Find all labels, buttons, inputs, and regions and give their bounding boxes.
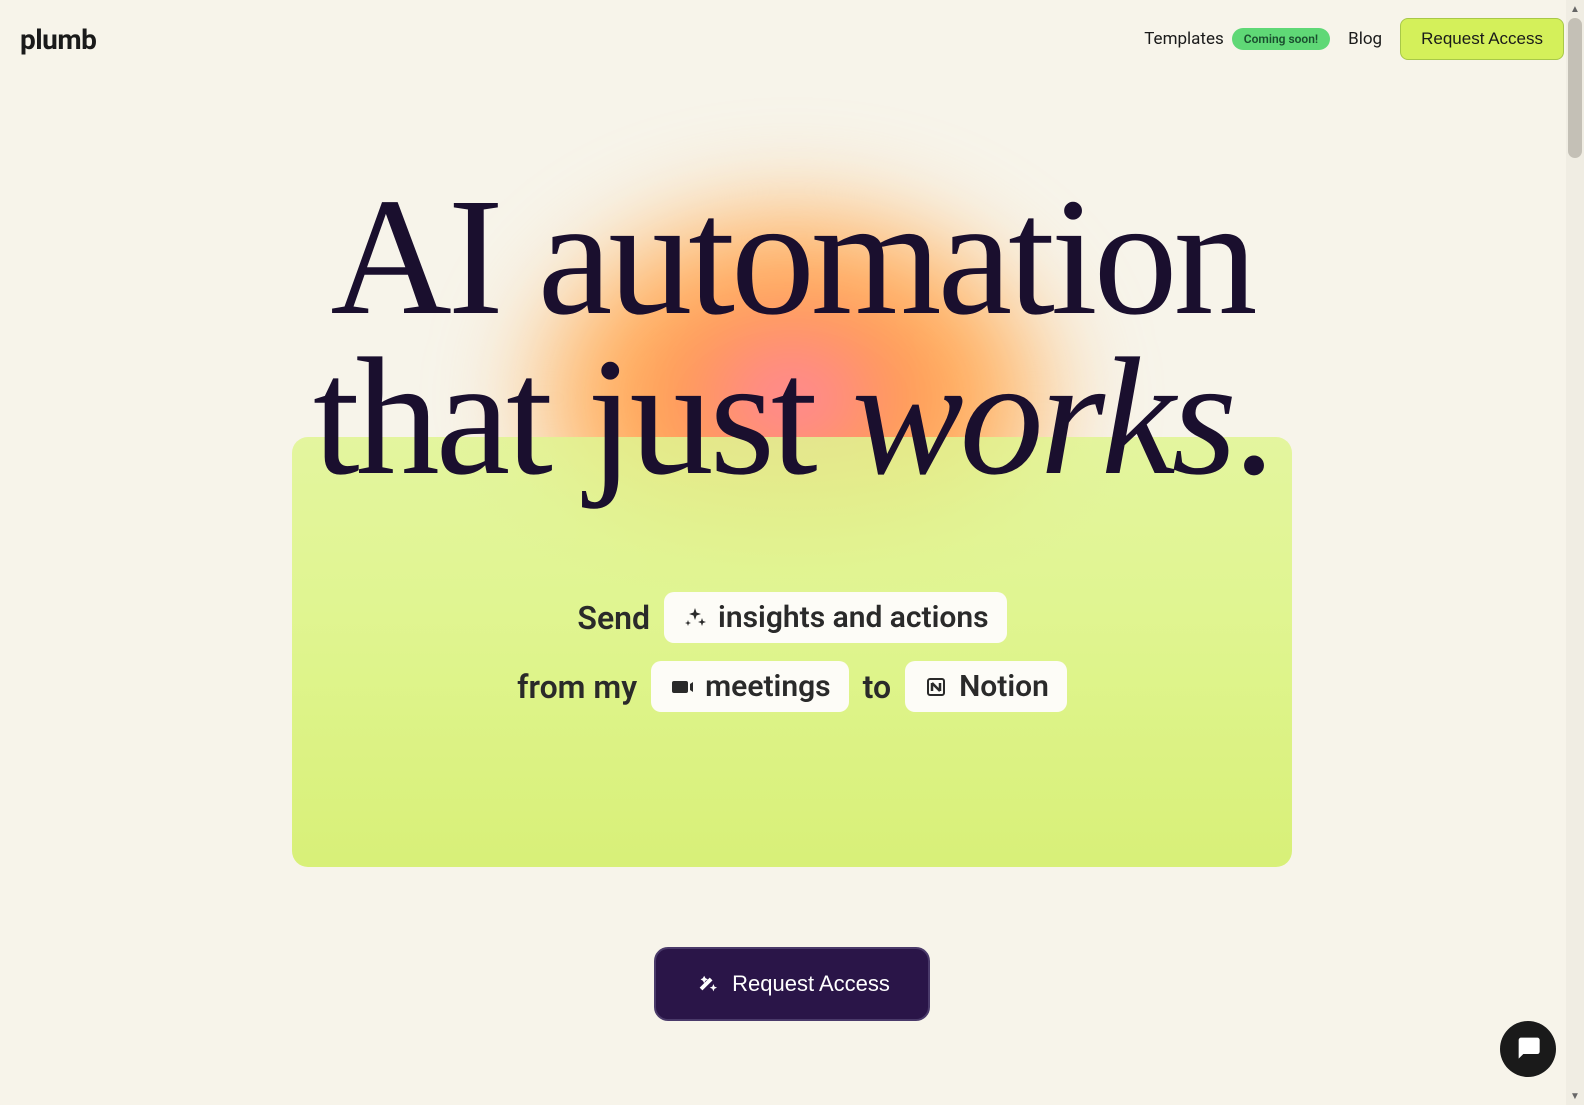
prompt-line-1: Send insights and actions (577, 592, 1006, 643)
header: plumb Templates Coming soon! Blog Reques… (0, 0, 1584, 78)
main-nav: Templates Coming soon! Blog Request Acce… (1144, 18, 1564, 60)
prompt-prefix-1: Send (577, 599, 650, 637)
chip-insights-label: insights and actions (718, 600, 989, 635)
headline-line1: AI automation (330, 164, 1253, 350)
logo[interactable]: plumb (20, 23, 96, 56)
chip-meetings-label: meetings (705, 669, 830, 704)
hero-section: AI automation that just works. Send insi… (0, 78, 1584, 1021)
cta-request-access-button[interactable]: Request Access (654, 947, 930, 1021)
chip-insights[interactable]: insights and actions (664, 592, 1007, 643)
nav-blog-label: Blog (1348, 29, 1382, 49)
nav-templates-label: Templates (1144, 29, 1224, 49)
nav-blog[interactable]: Blog (1348, 29, 1382, 49)
chip-notion-label: Notion (959, 669, 1049, 704)
logo-text: plumb (20, 23, 96, 56)
request-access-button[interactable]: Request Access (1400, 18, 1564, 60)
video-icon (669, 674, 695, 700)
scrollbar-arrow-down-icon[interactable]: ▼ (1566, 1087, 1584, 1105)
coming-soon-badge: Coming soon! (1232, 28, 1330, 50)
prompt-prefix-2: from my (517, 668, 637, 706)
sparkle-icon (682, 605, 708, 631)
notion-icon (923, 674, 949, 700)
hero-headline: AI automation that just works. (313, 178, 1271, 497)
cta-label: Request Access (732, 971, 890, 997)
prompt-mid: to (863, 668, 891, 706)
nav-templates[interactable]: Templates Coming soon! (1144, 28, 1330, 50)
chip-meetings[interactable]: meetings (651, 661, 848, 712)
headline-emphasis: works (852, 324, 1233, 510)
chip-notion[interactable]: Notion (905, 661, 1067, 712)
chat-widget-button[interactable] (1500, 1021, 1556, 1077)
prompt-line-2: from my meetings to Notion (517, 661, 1067, 712)
headline-line2-part1: that just (313, 324, 852, 510)
request-access-label: Request Access (1421, 29, 1543, 48)
wand-icon (694, 971, 720, 997)
headline-period: . (1233, 324, 1271, 510)
chat-icon (1514, 1033, 1542, 1065)
